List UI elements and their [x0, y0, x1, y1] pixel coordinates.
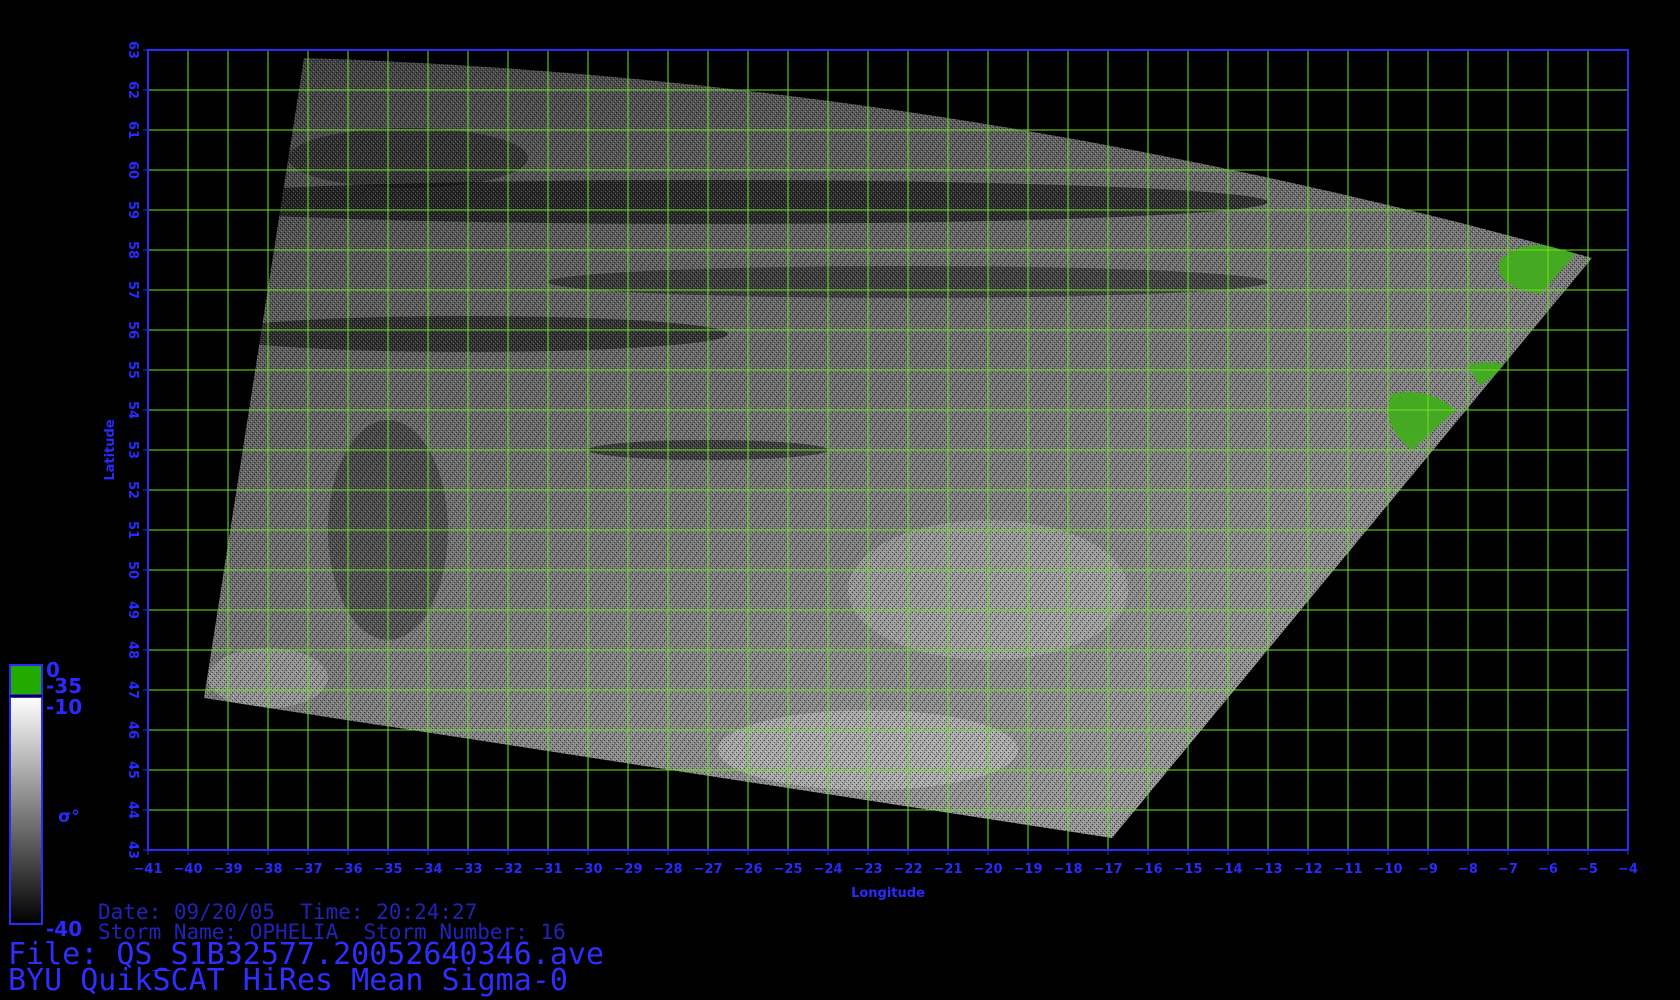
longitude-tick-label: −39 [214, 862, 243, 877]
latitude-tick-label: 52 [125, 481, 140, 499]
longitude-tick-label: −22 [894, 862, 923, 877]
longitude-tick-label: −35 [374, 862, 403, 877]
longitude-tick-label: −38 [254, 862, 283, 877]
longitude-tick-label: −8 [1458, 862, 1478, 877]
latitude-tick-label: 48 [125, 641, 140, 659]
longitude-tick-label: −32 [494, 862, 523, 877]
latitude-tick-label: 51 [125, 521, 140, 539]
longitude-tick-label: −5 [1578, 862, 1598, 877]
colorbar-gradient [9, 696, 43, 925]
colorbar-label-minus10: -10 [46, 695, 82, 719]
longitude-tick-label: −11 [1334, 862, 1363, 877]
y-axis-label: Latitude [103, 419, 118, 481]
map-canvas: −41 −40 −39 −38 −37 −36 −35 −34 −33 −32 −31 −30 −29−… [9, 41, 1638, 941]
longitude-tick-label: −33 [454, 862, 483, 877]
colorbar-symbol: σ° [58, 807, 80, 827]
longitude-tick-label: −13 [1254, 862, 1283, 877]
longitude-tick-label: −29 [614, 862, 643, 877]
latitude-tick-label: 57 [125, 281, 140, 299]
longitude-tick-label: −36 [334, 862, 363, 877]
latitude-tick-label: 45 [125, 761, 140, 779]
longitude-tick-label: −18 [1054, 862, 1083, 877]
longitude-tick-label: −24 [814, 862, 843, 877]
longitude-tick-label: −26 [734, 862, 763, 877]
latitude-tick-label: 59 [125, 201, 140, 219]
longitude-tick-label: −20 [974, 862, 1003, 877]
latitude-tick-label: 58 [125, 241, 140, 259]
latitude-tick-label: 50 [125, 561, 140, 579]
map-figure: −41 −40 −39 −38 −37 −36 −35 −34 −33 −32 −31 −30 −29−… [0, 0, 1680, 1000]
latitude-tick-label: 44 [125, 801, 140, 819]
latitude-tick-label: 56 [125, 321, 140, 339]
latitude-tick-label: 43 [125, 841, 140, 859]
longitude-tick-labels: −41 −40 −39 −38 −37 −36 −35 −34 −33 −32 −31 −30 −29−… [134, 850, 1638, 877]
longitude-tick-label: −37 [294, 862, 323, 877]
latitude-tick-label: 53 [125, 441, 140, 459]
scatterometer-swath-image [204, 58, 1592, 838]
x-axis-label: Longitude [851, 886, 925, 901]
longitude-tick-label: −21 [934, 862, 963, 877]
latitude-tick-label: 62 [125, 81, 140, 99]
latitude-tick-label: 55 [125, 361, 140, 379]
longitude-tick-label: −7 [1498, 862, 1518, 877]
latitude-tick-label: 47 [125, 681, 140, 699]
longitude-tick-label: −15 [1174, 862, 1203, 877]
longitude-tick-label: −30 [574, 862, 603, 877]
colorbar: 0 -35 -10 -40 σ° [9, 658, 82, 941]
longitude-tick-label: −23 [854, 862, 883, 877]
latitude-tick-label: 61 [125, 121, 140, 139]
longitude-tick-label: −6 [1538, 862, 1558, 877]
longitude-tick-label: −27 [694, 862, 723, 877]
longitude-tick-label: −25 [774, 862, 803, 877]
longitude-tick-label: −16 [1134, 862, 1163, 877]
latitude-tick-label: 49 [125, 601, 140, 619]
latitude-tick-label: 63 [125, 41, 140, 59]
longitude-tick-label: −4 [1618, 862, 1638, 877]
longitude-tick-label: −40 [174, 862, 203, 877]
longitude-tick-label: −19 [1014, 862, 1043, 877]
latitude-tick-label: 60 [125, 161, 140, 179]
longitude-tick-label: −14 [1214, 862, 1243, 877]
latitude-tick-label: 54 [125, 401, 140, 419]
longitude-tick-label: −41 [134, 862, 163, 877]
longitude-tick-label: −31 [534, 862, 563, 877]
longitude-tick-label: −10 [1374, 862, 1403, 877]
longitude-tick-label: −12 [1294, 862, 1323, 877]
latitude-tick-label: 46 [125, 721, 140, 739]
longitude-tick-label: −34 [414, 862, 443, 877]
longitude-tick-label: −9 [1418, 862, 1438, 877]
product-title: BYU QuikSCAT HiRes Mean Sigma-0 [8, 963, 568, 998]
latitude-tick-labels: 43 44 45 46 47 48 49 50 51 52 53 54 55 56 57 58 59 60 61 62… [125, 41, 148, 859]
colorbar-land-swatch [9, 664, 43, 696]
longitude-tick-label: −17 [1094, 862, 1123, 877]
longitude-tick-label: −28 [654, 862, 683, 877]
lat-lon-grid [148, 50, 1628, 850]
